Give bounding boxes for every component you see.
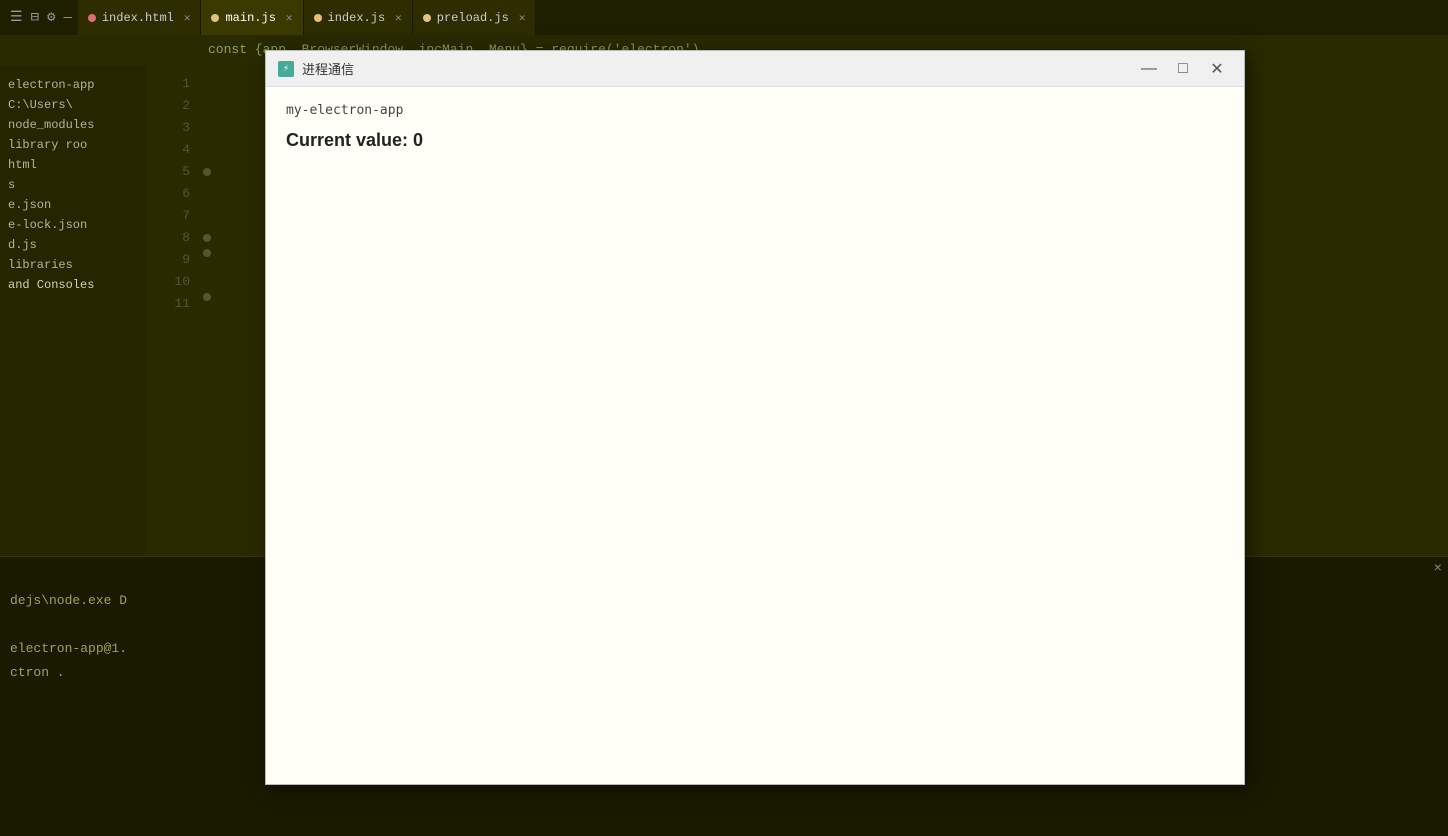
dialog-maximize-button[interactable]: □ <box>1168 57 1198 81</box>
dialog-minimize-button[interactable]: — <box>1134 57 1164 81</box>
maximize-icon: □ <box>1178 60 1188 78</box>
dialog-close-button[interactable]: ✕ <box>1202 57 1232 81</box>
minimize-icon: — <box>1141 60 1157 78</box>
dialog-current-value-label: Current value: <box>286 130 408 150</box>
dialog-current-value-line: Current value: 0 <box>286 130 1224 151</box>
dialog-title: 进程通信 <box>302 59 1134 78</box>
dialog-current-value-number: 0 <box>413 130 423 150</box>
dialog-body: my-electron-app Current value: 0 <box>266 87 1244 784</box>
dialog-icon-symbol: ⚡ <box>283 63 289 75</box>
dialog-titlebar: ⚡ 进程通信 — □ ✕ <box>266 51 1244 87</box>
close-icon: ✕ <box>1210 59 1223 79</box>
dialog-overlay: ⚡ 进程通信 — □ ✕ my-electron-app Current val… <box>0 0 1448 836</box>
dialog-window-controls: — □ ✕ <box>1134 57 1232 81</box>
dialog-app-name: my-electron-app <box>286 103 1224 118</box>
dialog-app-icon: ⚡ <box>278 61 294 77</box>
dialog-ipc: ⚡ 进程通信 — □ ✕ my-electron-app Current val… <box>265 50 1245 785</box>
